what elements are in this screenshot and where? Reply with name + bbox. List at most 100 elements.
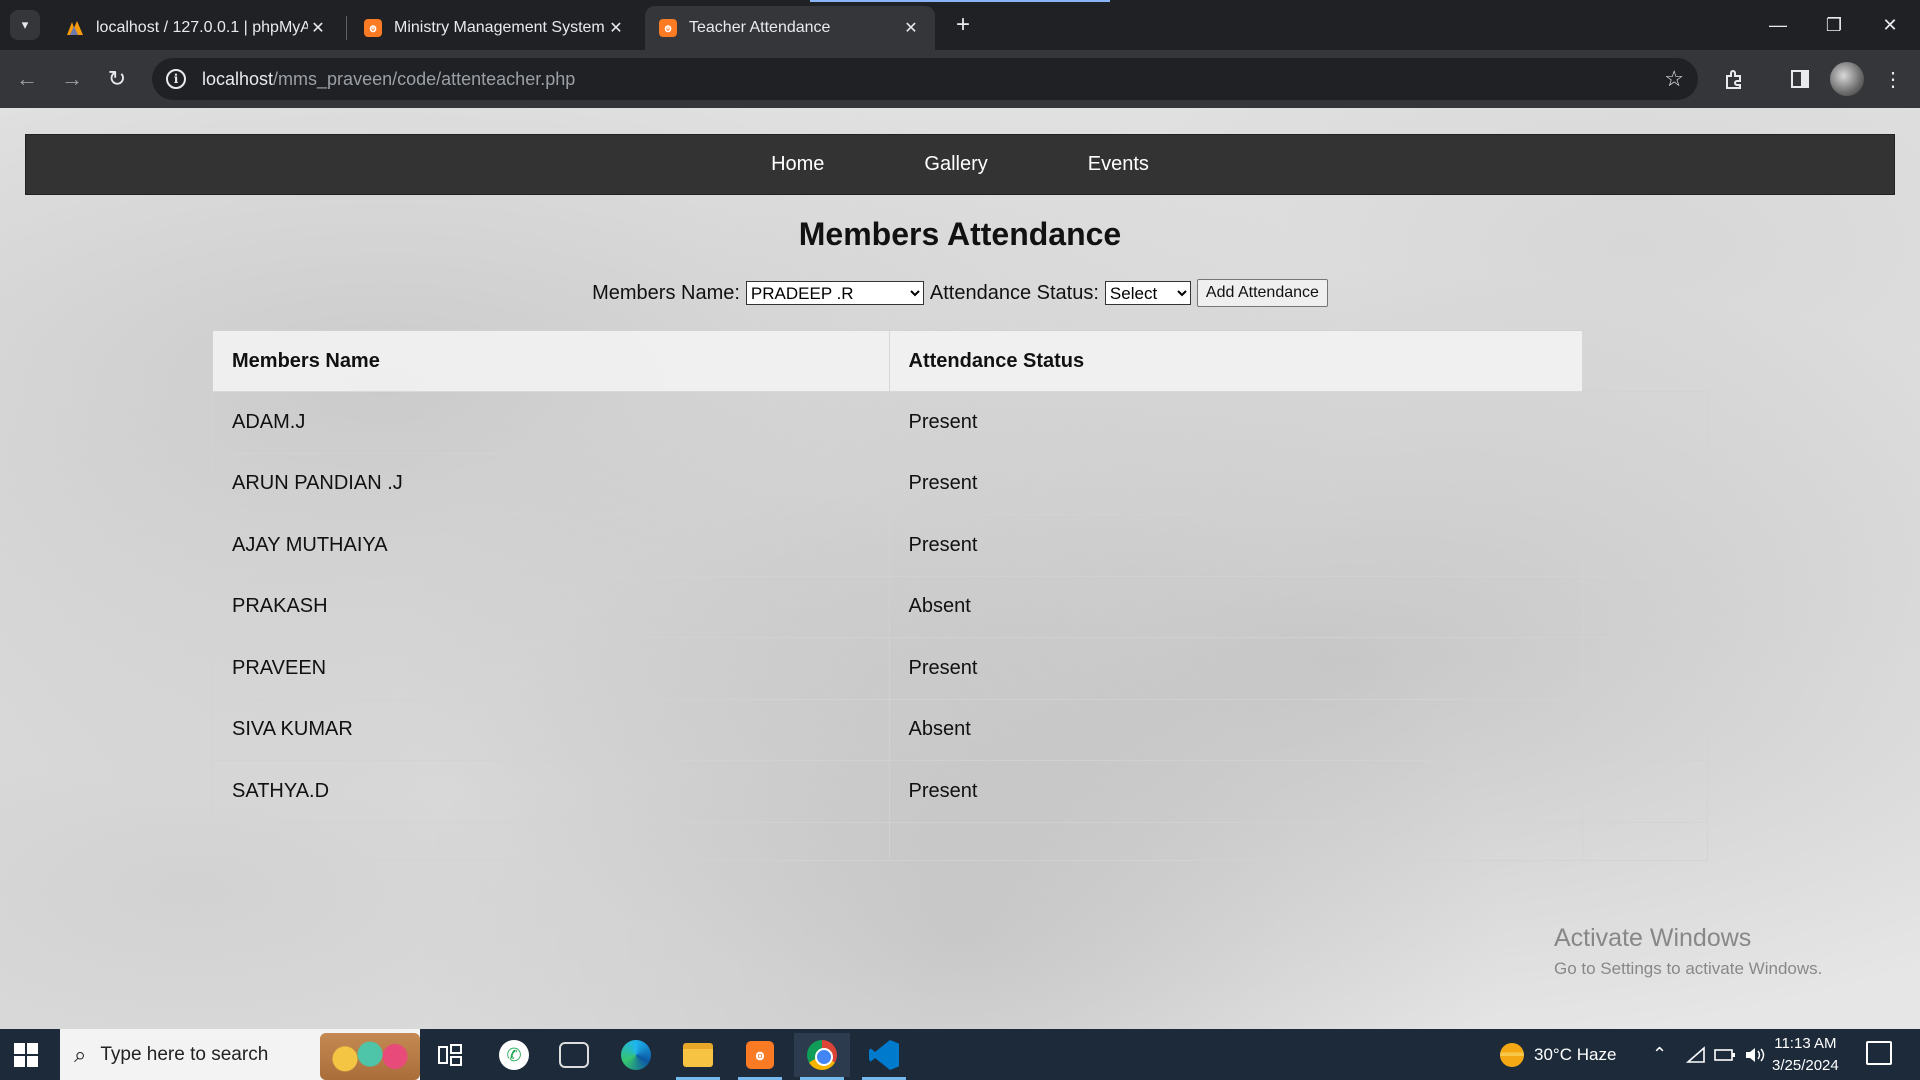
weather-widget[interactable]: 30°C Haze: [1500, 1029, 1616, 1080]
restore-icon[interactable]: ❐: [1806, 0, 1862, 50]
system-clock[interactable]: 11:13 AM 3/25/2024: [1772, 1033, 1839, 1077]
site-navbar: Home Gallery Events: [25, 134, 1895, 195]
chrome-browser-icon[interactable]: [794, 1033, 850, 1080]
page-viewport: Home Gallery Events Members Attendance M…: [0, 108, 1920, 1029]
tab-search-chevron-icon[interactable]: ▾: [10, 10, 40, 40]
tab-title: Teacher Attendance: [689, 19, 831, 36]
member-name-cell: PRAVEEN: [212, 637, 890, 700]
search-highlight-image: [320, 1033, 420, 1080]
member-name-cell: ADAM.J: [212, 391, 890, 454]
side-panel-icon[interactable]: [1783, 62, 1817, 96]
empty-cell: [1582, 821, 1708, 861]
member-name-cell: SIVA KUMAR: [212, 698, 890, 761]
show-hidden-icons-chevron-icon[interactable]: ⌃: [1652, 1029, 1667, 1080]
tab-teacher-attendance[interactable]: ꙩ Teacher Attendance ✕: [645, 6, 935, 50]
haze-weather-icon: [1500, 1042, 1524, 1067]
notification-center-icon[interactable]: [1866, 1041, 1892, 1065]
extensions-puzzle-icon[interactable]: [1718, 62, 1752, 96]
table-row: SATHYA.D Present: [212, 760, 1708, 823]
minimize-icon[interactable]: —: [1750, 0, 1806, 50]
tab-title: localhost / 127.0.0.1 | phpMyAd: [96, 19, 308, 36]
table-row: SIVA KUMAR Absent: [212, 698, 1708, 761]
empty-cell: [212, 821, 890, 861]
member-name-cell: AJAY MUTHAIYA: [212, 514, 890, 577]
site-info-icon[interactable]: i: [166, 69, 186, 89]
member-name-cell: ARUN PANDIAN .J: [212, 452, 890, 515]
clock-date: 3/25/2024: [1772, 1057, 1839, 1074]
search-icon: ⌕: [74, 1041, 87, 1067]
attendance-status-cell: Present: [888, 760, 1584, 823]
weather-text: 30°C Haze: [1534, 1044, 1617, 1064]
attendance-status-cell: Present: [888, 391, 1584, 454]
table-extra-cell: [1582, 698, 1708, 761]
table-row: ARUN PANDIAN .J Present: [212, 452, 1708, 515]
add-attendance-button[interactable]: Add Attendance: [1196, 279, 1328, 307]
profile-avatar[interactable]: [1830, 62, 1864, 96]
vscode-icon[interactable]: [856, 1033, 912, 1080]
table-row: PRAKASH Absent: [212, 575, 1708, 638]
table-extra-cell: [1582, 391, 1708, 454]
task-view-icon[interactable]: [422, 1033, 478, 1077]
bookmark-star-icon[interactable]: ☆: [1664, 66, 1684, 92]
watermark-subtitle: Go to Settings to activate Windows.: [1554, 959, 1823, 978]
new-tab-button[interactable]: +: [948, 10, 978, 40]
network-icon[interactable]: [1686, 1029, 1706, 1080]
page-title: Members Attendance: [798, 216, 1122, 252]
loading-indicator: [810, 0, 1110, 2]
windows-taskbar: ⌕ Type here to search ✆ ꙩ 30°C Haze ⌃ 11…: [0, 1029, 1920, 1080]
table-extra-cell: [1582, 514, 1708, 577]
taskbar-search-box[interactable]: ⌕ Type here to search: [60, 1029, 420, 1080]
member-name-cell: PRAKASH: [212, 575, 890, 638]
attendance-status-cell: Absent: [888, 698, 1584, 761]
attendance-table: Members Name Attendance Status ADAM.J Pr…: [212, 330, 1708, 861]
search-placeholder: Type here to search: [100, 1043, 269, 1065]
volume-icon[interactable]: [1744, 1029, 1766, 1080]
address-bar[interactable]: i localhost/mms_praveen/code/attenteache…: [152, 58, 1698, 100]
table-extra-cell: [1582, 575, 1708, 638]
browser-tab-bar: ▾ localhost / 127.0.0.1 | phpMyAd ✕ ꙩ Mi…: [0, 0, 1920, 50]
tab-phpmyadmin[interactable]: localhost / 127.0.0.1 | phpMyAd ✕: [52, 6, 342, 50]
kebab-menu-icon[interactable]: ⋮: [1876, 62, 1910, 96]
tab-divider: [346, 16, 347, 40]
photos-app-icon[interactable]: [546, 1033, 602, 1077]
phpmyadmin-icon: [66, 19, 84, 37]
attendance-status-cell: Present: [888, 637, 1584, 700]
edge-browser-icon[interactable]: [608, 1033, 664, 1077]
empty-cell: [888, 821, 1584, 861]
windows-start-icon[interactable]: [14, 1043, 38, 1067]
table-row: AJAY MUTHAIYA Present: [212, 514, 1708, 577]
close-icon[interactable]: ✕: [606, 18, 626, 38]
close-icon[interactable]: ✕: [901, 18, 921, 38]
column-header-attendance-status: Attendance Status: [888, 330, 1584, 392]
activate-windows-watermark: Activate Windows Go to Settings to activ…: [1554, 924, 1822, 979]
attendance-status-select[interactable]: Select: [1104, 281, 1191, 305]
tab-ministry-management[interactable]: ꙩ Ministry Management System ✕: [350, 6, 640, 50]
column-header-members-name: Members Name: [212, 330, 890, 392]
url-host: localhost: [202, 68, 274, 89]
forward-arrow-icon[interactable]: →: [55, 62, 89, 96]
attendance-status-label: Attendance Status:: [929, 281, 1099, 304]
browser-toolbar: ← → ↻ i localhost/mms_praveen/code/atten…: [0, 50, 1920, 108]
back-arrow-icon[interactable]: ←: [10, 62, 44, 96]
table-row: ADAM.J Present: [212, 391, 1708, 454]
nav-home-link[interactable]: Home: [771, 153, 824, 176]
table-extra-cell: [1582, 637, 1708, 700]
window-close-icon[interactable]: ✕: [1862, 0, 1918, 50]
file-explorer-icon[interactable]: [670, 1033, 726, 1080]
member-name-select[interactable]: PRADEEP .R: [745, 281, 924, 305]
xampp-icon: ꙩ: [364, 19, 382, 37]
nav-gallery-link[interactable]: Gallery: [924, 153, 987, 176]
member-name-cell: SATHYA.D: [212, 760, 890, 823]
xampp-control-icon[interactable]: ꙩ: [732, 1033, 788, 1080]
url-path: /mms_praveen/code/attenteacher.php: [273, 68, 576, 89]
table-extra-cell: [1582, 330, 1708, 392]
close-icon[interactable]: ✕: [308, 18, 328, 38]
attendance-status-cell: Present: [888, 514, 1584, 577]
battery-icon[interactable]: [1714, 1029, 1736, 1080]
whatsapp-icon[interactable]: ✆: [486, 1033, 542, 1077]
reload-icon[interactable]: ↻: [100, 62, 134, 96]
table-empty-row: [212, 821, 1708, 861]
member-name-label: Members Name:: [592, 281, 740, 304]
table-extra-cell: [1582, 760, 1708, 823]
nav-events-link[interactable]: Events: [1088, 153, 1149, 176]
